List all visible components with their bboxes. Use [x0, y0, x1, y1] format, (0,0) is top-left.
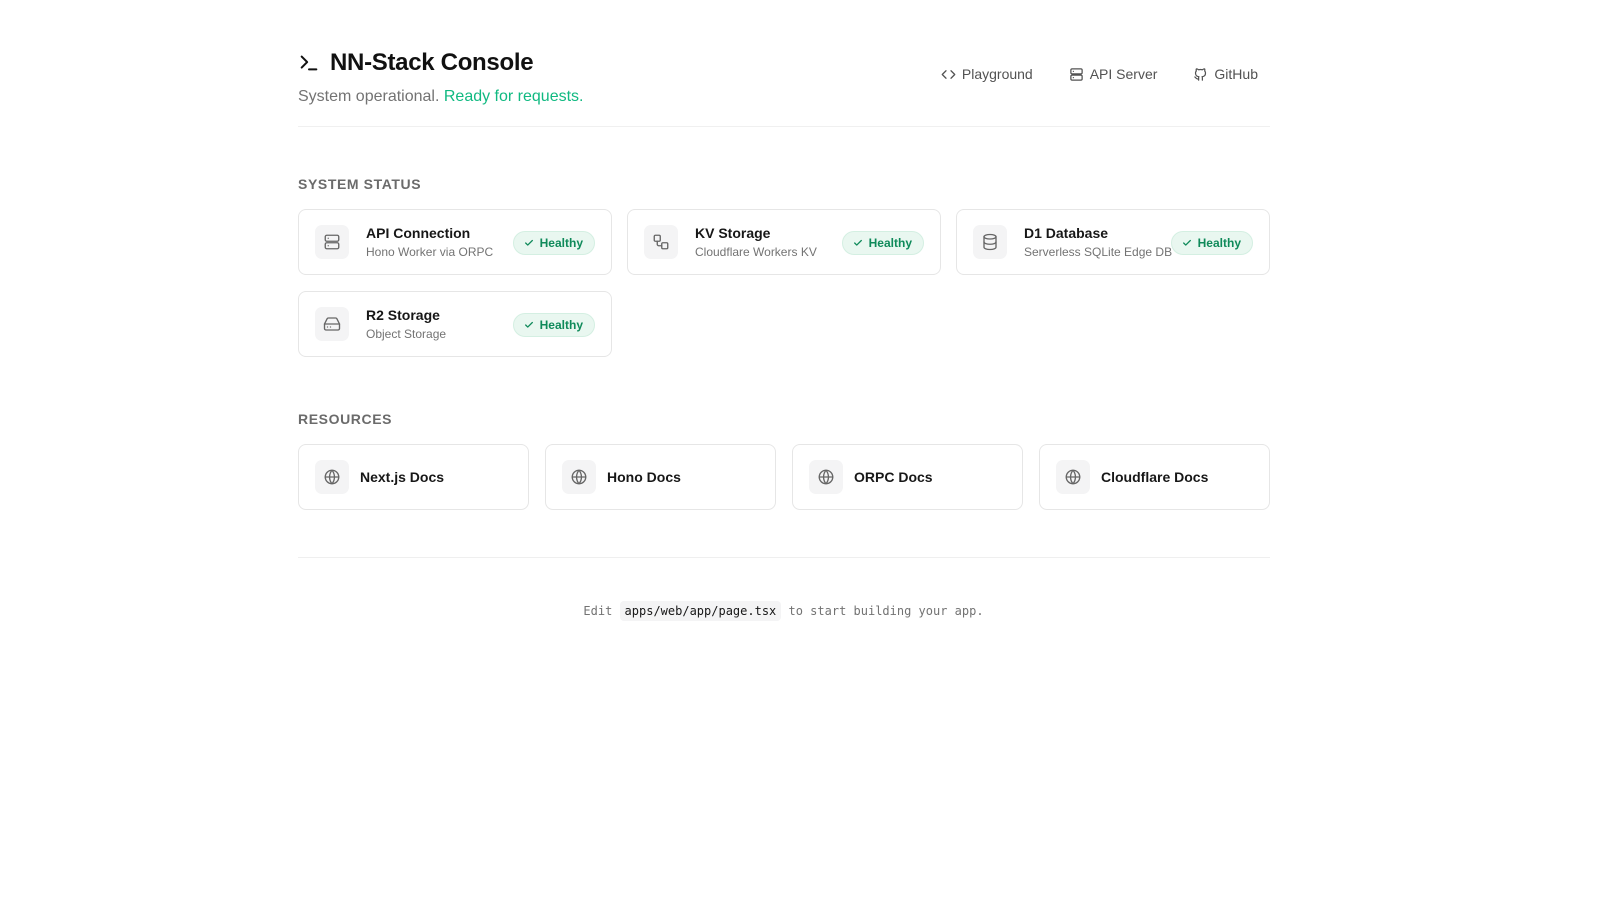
status-card-subtitle: Serverless SQLite Edge DB — [1024, 245, 1173, 259]
api-server-link[interactable]: API Server — [1069, 66, 1158, 82]
github-icon — [1194, 67, 1207, 81]
status-badge: Healthy — [841, 231, 924, 255]
status-card-d1-database[interactable]: D1 Database Serverless SQLite Edge DB He… — [956, 209, 1270, 275]
status-card-subtitle: Hono Worker via ORPC — [366, 245, 494, 259]
status-card-r2-storage[interactable]: R2 Storage Object Storage Healthy — [298, 291, 612, 357]
status-card-text: R2 Storage Object Storage — [366, 307, 446, 341]
status-card-text: API Connection Hono Worker via ORPC — [366, 225, 493, 259]
globe-icon — [315, 460, 349, 494]
playground-link-label: Playground — [961, 66, 1033, 82]
check-icon — [524, 321, 533, 328]
code-icon — [941, 69, 956, 79]
page-header: NN-Stack Console System operational. Rea… — [298, 48, 1270, 127]
status-card-subtitle: Object Storage — [366, 327, 447, 341]
terminal-icon — [298, 52, 320, 74]
status-card-title: API Connection — [366, 225, 471, 241]
globe-icon — [1056, 460, 1090, 494]
status-card-title: KV Storage — [695, 225, 771, 241]
hard-drive-icon — [315, 307, 349, 341]
resources-grid: Next.js Docs Hono Docs ORPC Docs Cloudfl… — [298, 444, 1271, 510]
subtitle-prefix: System operational. — [298, 88, 440, 105]
github-link-label: GitHub — [1214, 66, 1258, 82]
playground-link[interactable]: Playground — [941, 66, 1033, 82]
resource-link-label: Next.js Docs — [360, 469, 445, 485]
resource-link-label: ORPC Docs — [854, 469, 933, 485]
resources-heading: RESOURCES — [298, 411, 393, 427]
server-icon — [315, 225, 349, 259]
status-badge-label: Healthy — [868, 236, 912, 250]
status-card-api-connection[interactable]: API Connection Hono Worker via ORPC Heal… — [298, 209, 612, 275]
status-badge: Healthy — [512, 313, 595, 337]
status-card-title: R2 Storage — [366, 307, 440, 323]
resource-link-cloudflare-docs[interactable]: Cloudflare Docs — [1039, 444, 1270, 510]
resource-link-hono-docs[interactable]: Hono Docs — [545, 444, 776, 510]
resource-link-label: Cloudflare Docs — [1101, 469, 1209, 485]
subtitle-status: Ready for requests. — [443, 88, 584, 105]
page-title: NN-Stack Console — [330, 49, 534, 76]
status-badge: Healthy — [1170, 231, 1253, 255]
api-server-link-label: API Server — [1089, 66, 1158, 82]
status-badge-label: Healthy — [539, 318, 583, 332]
status-card-title: D1 Database — [1024, 225, 1109, 241]
status-card-text: KV Storage Cloudflare Workers KV — [695, 225, 817, 259]
status-badge-label: Healthy — [1197, 236, 1241, 250]
status-card-text: D1 Database Serverless SQLite Edge DB — [1024, 225, 1172, 259]
footer-prefix: Edit — [583, 604, 613, 618]
resource-link-label: Hono Docs — [607, 469, 681, 485]
resource-link-orpc-docs[interactable]: ORPC Docs — [792, 444, 1023, 510]
check-icon — [1182, 239, 1191, 246]
header-nav: Playground API Server GitHub — [941, 66, 1258, 82]
resource-link-nextjs-docs[interactable]: Next.js Docs — [298, 444, 529, 510]
globe-icon — [562, 460, 596, 494]
console-page: NN-Stack Console System operational. Rea… — [0, 0, 1600, 900]
status-badge-label: Healthy — [539, 236, 583, 250]
status-card-subtitle: Cloudflare Workers KV — [695, 245, 817, 259]
status-badge: Healthy — [512, 231, 595, 255]
page-subtitle: System operational. Ready for requests. — [298, 88, 1270, 106]
footer-hint: Edit apps/web/app/page.tsx to start buil… — [0, 601, 1567, 621]
key-value-icon — [644, 225, 678, 259]
server-icon — [1069, 67, 1083, 81]
github-link[interactable]: GitHub — [1193, 66, 1258, 82]
check-icon — [524, 239, 533, 246]
check-icon — [853, 239, 862, 246]
footer-suffix: to start building your app. — [788, 604, 984, 618]
footer-divider — [298, 557, 1270, 558]
database-icon — [973, 225, 1007, 259]
system-status-heading: SYSTEM STATUS — [298, 176, 422, 192]
footer-file-path: apps/web/app/page.tsx — [619, 601, 782, 621]
status-card-kv-storage[interactable]: KV Storage Cloudflare Workers KV Healthy — [627, 209, 941, 275]
globe-icon — [809, 460, 843, 494]
system-status-grid: API Connection Hono Worker via ORPC Heal… — [298, 209, 1271, 357]
